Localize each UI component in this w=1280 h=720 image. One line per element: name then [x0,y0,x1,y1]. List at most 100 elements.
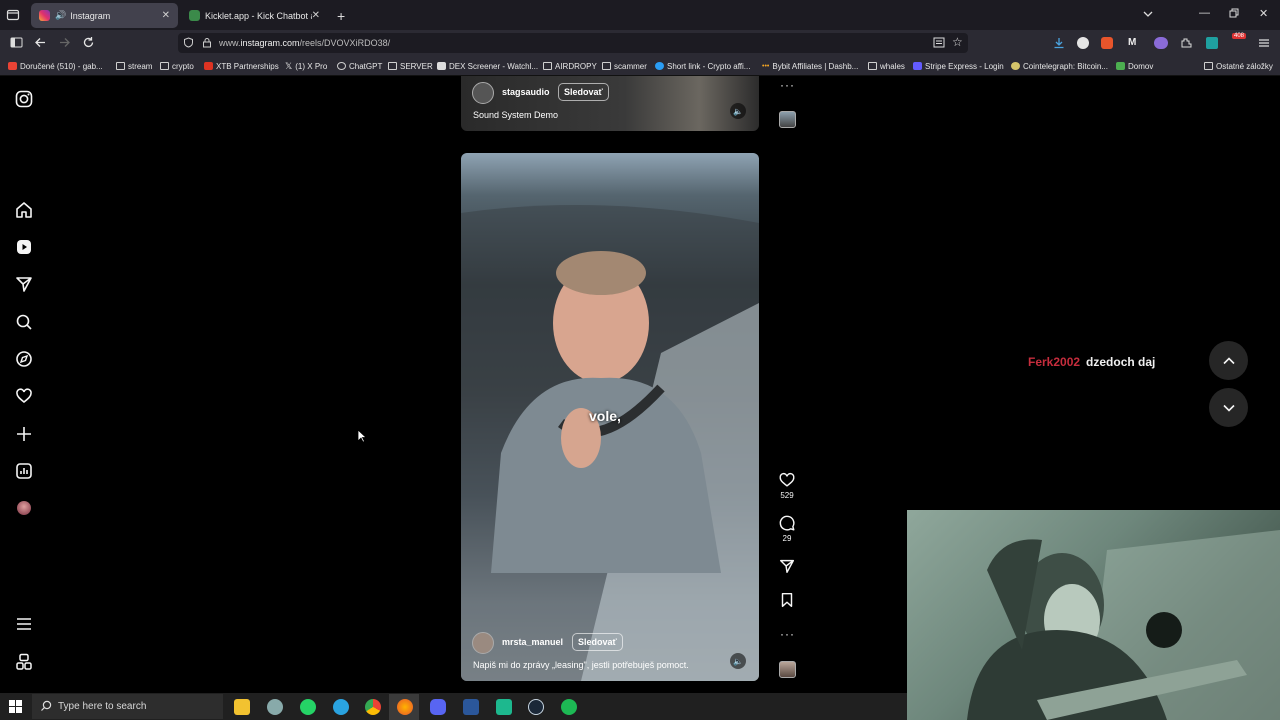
bookmark-label: Bybit Affiliates | Dashb... [772,61,859,71]
tab-instagram[interactable]: 🔊 Instagram ✕ [31,3,178,28]
other-bookmarks[interactable]: Ostatné záložky [1204,59,1273,73]
bookmark-folder[interactable]: scammer [602,59,647,73]
bookmark-item[interactable]: Cointelegraph: Bitcoin... [1011,59,1108,73]
threads-icon[interactable] [14,652,34,672]
mute-icon[interactable]: 🔈 [730,653,746,669]
chevron-down-icon[interactable] [1142,8,1154,20]
dexscreener-icon [437,62,446,70]
bookmark-item[interactable]: ChatGPT [337,59,382,73]
extension-orange-icon[interactable] [1101,37,1113,49]
bookmark-item[interactable]: DEX Screener - Watchl... [437,59,538,73]
reader-mode-icon[interactable] [933,37,945,48]
more-icon[interactable]: ··· [780,78,795,92]
download-icon[interactable] [1053,37,1065,49]
extension-teal-icon[interactable] [1206,37,1218,49]
comment-count: 29 [782,534,792,543]
word-icon[interactable] [463,699,479,715]
like-count: 529 [780,491,794,500]
follow-button[interactable]: Sledovať [572,633,623,651]
bookmark-item[interactable]: Doručené (510) - gab... [8,59,103,73]
app-icon[interactable] [496,699,512,715]
tab-list-icon[interactable] [6,8,20,22]
star-icon[interactable]: ☆ [952,35,963,49]
bookmark-item[interactable]: XTB Partnerships [204,59,279,73]
profile-avatar[interactable] [17,501,31,515]
bookmark-item[interactable]: ••• Bybit Affiliates | Dashb... [762,59,858,73]
close-tab-icon[interactable]: ✕ [312,10,320,21]
bookmark-item[interactable]: Domov [1116,59,1153,73]
reload-icon[interactable] [82,36,95,49]
close-tab-icon[interactable]: ✕ [162,10,170,21]
app-menu-icon[interactable] [1258,37,1270,49]
minimize-icon[interactable]: — [1199,7,1210,19]
previous-reel-button[interactable] [1209,341,1248,380]
reels-icon[interactable] [14,237,34,257]
share-icon[interactable] [778,557,796,575]
next-reel-button[interactable] [1209,388,1248,427]
kicklet-favicon [189,10,200,21]
bookmark-item[interactable]: Short link - Crypto affi... [655,59,750,73]
audio-thumbnail[interactable] [779,661,796,678]
create-icon[interactable] [14,424,34,444]
bookmark-item[interactable]: 𝕏 (1) X Pro [285,59,327,73]
heart-icon[interactable] [778,471,796,489]
discord-icon[interactable] [430,699,446,715]
extension-purple-icon[interactable] [1154,37,1168,49]
instagram-icon[interactable] [14,89,34,109]
follow-button[interactable]: Sledovať [558,83,609,101]
shield-icon[interactable] [183,37,194,48]
chrome-icon[interactable] [365,699,381,715]
sidebar-toggle-icon[interactable] [10,36,23,49]
comment-icon[interactable] [778,514,796,532]
new-tab-icon[interactable]: + [337,8,345,24]
url-text[interactable]: www.instagram.com/reels/DVOVXiRDO38/ [219,38,390,48]
reel-username[interactable]: stagsaudio [502,87,550,97]
taskbar-search[interactable]: Type here to search [32,694,223,719]
telegram-icon[interactable] [333,699,349,715]
more-icon[interactable]: ··· [780,627,795,641]
bookmark-label: XTB Partnerships [216,61,279,71]
home-icon[interactable] [14,200,34,220]
bookmark-label: Doručené (510) - gab... [20,61,103,71]
bookmark-label: Stripe Express - Login [925,61,1004,71]
bookmark-folder[interactable]: crypto [160,59,194,73]
close-window-icon[interactable]: ✕ [1259,7,1268,20]
spotify-icon[interactable] [561,699,577,715]
bookmark-folder[interactable]: AIRDROPY [543,59,597,73]
explore-icon[interactable] [14,349,34,369]
bookmark-folder[interactable]: whales [868,59,905,73]
bookmark-folder[interactable]: SERVER [388,59,433,73]
bookmark-label: Domov [1128,61,1154,71]
tab-kicklet[interactable]: Kicklet.app - Kick Chatbot and ✕ [181,3,328,28]
search-icon[interactable] [14,312,34,332]
reel-username[interactable]: mrsta_manuel [502,637,563,647]
menu-icon[interactable] [14,614,34,634]
extensions-icon[interactable] [1180,37,1192,49]
account-icon[interactable] [1077,37,1089,49]
messages-icon[interactable] [14,274,34,294]
avatar[interactable] [472,632,494,654]
dashboard-icon[interactable] [14,461,34,481]
steam-icon[interactable] [528,699,544,715]
forward-icon[interactable] [58,36,71,49]
bookmark-item[interactable]: Stripe Express - Login [913,59,1004,73]
bookmark-folder[interactable]: stream [116,59,152,73]
reel-video[interactable] [461,76,759,131]
audio-thumbnail[interactable] [779,111,796,128]
windows-start-icon[interactable] [9,700,22,713]
restore-icon[interactable] [1229,8,1239,18]
bookmark-icon[interactable] [778,591,796,609]
file-explorer-icon[interactable] [234,699,250,715]
mute-icon[interactable]: 🔈 [730,103,746,119]
avatar[interactable] [472,82,494,104]
whatsapp-icon[interactable] [300,699,316,715]
gmail-icon [8,62,17,70]
firefox-icon[interactable] [397,699,413,715]
extension-badge-icon[interactable]: 408 [1232,33,1246,51]
lock-icon[interactable] [202,37,212,48]
speaker-icon[interactable]: 🔊 [55,10,66,21]
extension-m-icon[interactable]: M [1128,37,1136,48]
app-icon[interactable] [267,699,283,715]
back-icon[interactable] [34,36,47,49]
notifications-icon[interactable] [14,386,34,406]
